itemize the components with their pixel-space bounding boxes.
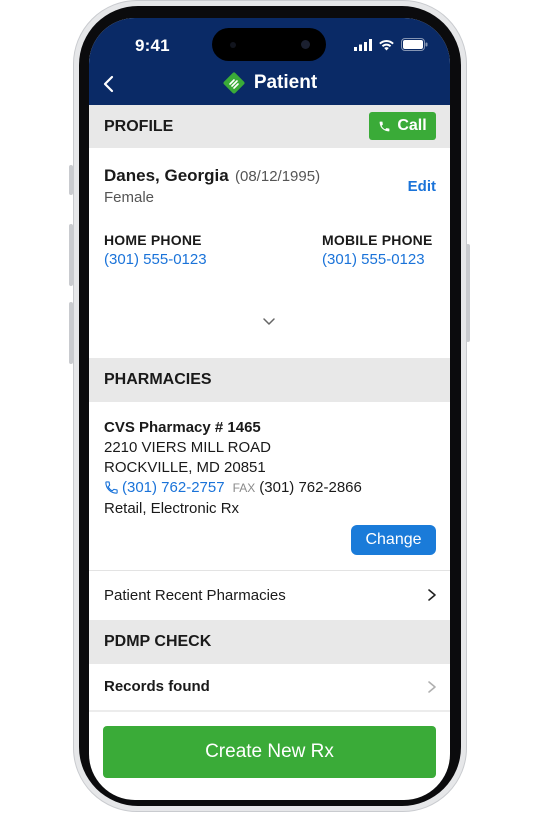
call-button-label: Call [397, 117, 427, 134]
chevron-down-icon [263, 318, 275, 325]
pharmacy-type: Retail, Electronic Rx [104, 500, 240, 517]
recent-pharmacies-label: Patient Recent Pharmacies [104, 586, 286, 604]
pharmacy-phone-link[interactable]: (301) 762-2757 [122, 479, 225, 496]
chevron-right-icon [428, 589, 436, 601]
profile-section-title: PROFILE [104, 117, 174, 135]
phone-volume-up-button [69, 224, 73, 286]
status-time: 9:41 [135, 36, 170, 55]
phone-outline-icon [105, 481, 118, 494]
patient-dob: (08/12/1995) [235, 168, 321, 185]
create-new-rx-button[interactable]: Create New Rx [103, 726, 436, 778]
divider [89, 710, 450, 712]
header-title-area: Patient [89, 71, 450, 100]
status-icons [354, 38, 428, 51]
pdmp-section-header: PDMP CHECK [89, 620, 450, 664]
screen: 9:41 Patient PROFILE Call Danes, Georgia… [89, 18, 450, 800]
phone-icon [379, 121, 390, 131]
pdmp-section-title: PDMP CHECK [104, 633, 212, 650]
fax-label: FAX [232, 480, 256, 495]
home-phone-label: HOME PHONE [104, 232, 202, 248]
sensor-icon [230, 42, 236, 48]
pharmacy-contact-row: (301) 762-2757 FAX (301) 762-2866 [104, 479, 362, 496]
pharmacy-fax: (301) 762-2866 [259, 479, 362, 496]
call-button[interactable]: Call [369, 112, 436, 140]
dynamic-island [212, 28, 326, 61]
app-header: 9:41 Patient [89, 18, 450, 105]
battery-icon [401, 38, 428, 51]
app-logo-icon [223, 72, 245, 94]
pharmacies-section-header: PHARMACIES [89, 358, 450, 402]
records-found-row[interactable]: Records found [89, 664, 450, 709]
camera-icon [301, 40, 310, 49]
page-title: Patient [253, 72, 318, 93]
change-button-label: Change [365, 531, 422, 548]
create-new-rx-label: Create New Rx [205, 741, 334, 762]
pharmacies-section-title: PHARMACIES [104, 371, 212, 388]
phone-power-button [466, 244, 470, 342]
wifi-icon [379, 39, 394, 50]
phone-volume-down-button [69, 302, 73, 364]
mobile-phone-label: MOBILE PHONE [322, 232, 433, 248]
chevron-right-icon [428, 680, 436, 693]
patient-name: Danes, Georgia [104, 166, 229, 185]
home-phone-link[interactable]: (301) 555-0123 [104, 251, 207, 268]
change-pharmacy-button[interactable]: Change [351, 525, 436, 555]
pharmacy-address-line1: 2210 VIERS MILL ROAD [104, 439, 272, 456]
pharmacy-address-line2: ROCKVILLE, MD 20851 [104, 459, 266, 476]
patient-gender: Female [104, 189, 155, 206]
records-found-label: Records found [104, 678, 210, 695]
expand-profile-button[interactable] [259, 315, 279, 329]
pharmacy-name: CVS Pharmacy # 1465 [104, 419, 261, 436]
profile-section-header: PROFILE Call [89, 105, 450, 148]
phone-action-button [69, 165, 73, 195]
edit-link[interactable]: Edit [408, 178, 436, 195]
recent-pharmacies-row[interactable]: Patient Recent Pharmacies [89, 571, 450, 619]
mobile-phone-link[interactable]: (301) 555-0123 [322, 251, 425, 268]
signal-icon [354, 38, 372, 51]
